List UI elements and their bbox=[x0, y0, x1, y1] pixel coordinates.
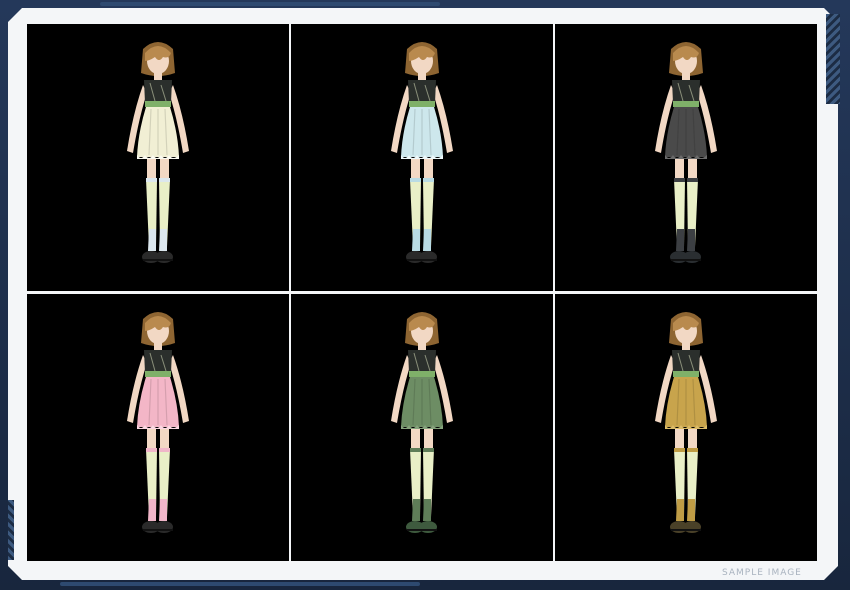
character-figure-mustard bbox=[655, 311, 717, 533]
frame-accent-top bbox=[100, 2, 440, 6]
frame-stripe-right bbox=[826, 14, 840, 104]
costume-variant-grid bbox=[27, 24, 817, 561]
frame-accent-bottom bbox=[60, 582, 420, 586]
variant-panel-cream bbox=[27, 24, 289, 291]
variant-panel-pink bbox=[27, 294, 289, 561]
character-figure-green bbox=[391, 311, 453, 533]
variant-panel-light-blue bbox=[291, 24, 553, 291]
character-figure-cream bbox=[127, 41, 189, 263]
frame-stripe-left bbox=[8, 500, 14, 560]
variant-panel-green bbox=[291, 294, 553, 561]
sample-image-watermark: SAMPLE IMAGE bbox=[722, 568, 802, 578]
character-figure-light-blue bbox=[391, 41, 453, 263]
screen-frame: SAMPLE IMAGE bbox=[0, 0, 850, 590]
variant-panel-gray bbox=[555, 24, 817, 291]
character-figure-gray bbox=[655, 41, 717, 263]
variant-panel-mustard bbox=[555, 294, 817, 561]
character-figure-pink bbox=[127, 311, 189, 533]
